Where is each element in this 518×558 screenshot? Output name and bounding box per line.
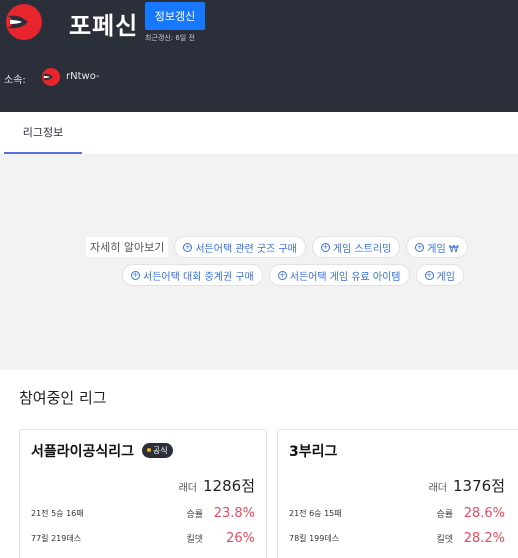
league-name: 3부리그 <box>289 441 337 461</box>
related-link-chip[interactable]: + 서든어택 게임 유료 아이템 <box>268 264 410 286</box>
participating-leagues-section: 참여중인 리그 서플라이공식리그 공식 래더 1286점 21전 5승 16패 … <box>0 370 518 558</box>
team-logo-icon[interactable] <box>41 67 61 87</box>
tab-league-info[interactable]: 리그정보 <box>4 112 82 154</box>
dot-icon <box>146 448 151 452</box>
match-record: 21전 5승 16패 <box>31 509 84 518</box>
record-row: 21전 5승 16패 승률 23.8% <box>31 506 255 521</box>
ladder-value: 1286점 <box>203 477 255 495</box>
ladder-label: 래더 <box>428 483 448 494</box>
chip-label: 게임 <box>436 271 455 283</box>
plus-circle-icon: + <box>183 242 193 252</box>
league-card[interactable]: 3부리그 래더 1376점 21전 6승 15패 승률 28.6% 78킬 19… <box>277 429 518 558</box>
ladder-value: 1376점 <box>453 477 505 495</box>
update-info-button[interactable]: 정보갱신 <box>145 2 205 30</box>
affiliation-label: 소속: <box>4 75 26 86</box>
related-link-chip[interactable]: + 서든어택 관련 굿즈 구매 <box>174 236 306 258</box>
chip-label: 서든어택 관련 굿즈 구매 <box>195 243 297 255</box>
kd-value: 26% <box>226 531 255 546</box>
related-link-chip[interactable]: + 서든어택 대회 중계권 구매 <box>122 264 263 286</box>
section-title: 참여중인 리그 <box>19 389 107 407</box>
kd-label: 킬뎃 <box>186 535 203 545</box>
chip-label: 게임 스트리밍 <box>332 243 392 255</box>
kd-label: 킬뎃 <box>436 535 453 545</box>
affiliation-team-link[interactable]: rNtwo- <box>66 71 100 82</box>
winrate-label: 승률 <box>186 510 203 520</box>
page-title: 포페신 <box>69 12 139 40</box>
kill-death-record: 77킬 219데스 <box>31 534 82 543</box>
match-record: 21전 6승 15패 <box>289 509 342 518</box>
plus-circle-icon: + <box>320 242 330 252</box>
related-link-chip[interactable]: + 게임 ₩ <box>406 236 468 258</box>
winrate-value: 23.8% <box>213 506 255 521</box>
plus-circle-icon: + <box>277 270 287 280</box>
plus-circle-icon: + <box>424 270 434 280</box>
plus-circle-icon: + <box>131 270 140 280</box>
winrate-value: 28.6% <box>463 506 505 521</box>
kill-death-record: 78킬 199데스 <box>289 534 340 543</box>
ladder-score: 래더 1376점 <box>429 475 505 496</box>
league-name-text: 서플라이공식리그 <box>31 444 135 460</box>
league-name: 서플라이공식리그 공식 <box>31 441 173 461</box>
kd-value: 28.2% <box>463 531 505 546</box>
official-badge: 공식 <box>141 442 173 458</box>
ladder-label: 래더 <box>178 483 198 494</box>
learn-more-link[interactable]: 자세히 알아보기 <box>86 237 169 257</box>
plus-circle-icon: + <box>415 242 425 252</box>
related-link-chip[interactable]: + 게임 <box>415 264 464 286</box>
winrate-label: 승률 <box>436 510 453 520</box>
related-link-chip[interactable]: + 게임 스트리밍 <box>311 236 401 258</box>
league-name-text: 3부리그 <box>289 444 338 460</box>
record-row: 21전 6승 15패 승률 28.6% <box>289 506 505 521</box>
chip-label: 서든어택 게임 유료 아이템 <box>289 271 401 283</box>
chip-label: 게임 ₩ <box>427 243 459 255</box>
chip-label: 서든어택 대회 중계권 구매 <box>143 271 254 283</box>
related-links-row: 자세히 알아보기 + 서든어택 관련 굿즈 구매 + 게임 스트리밍 + 게임 … <box>86 236 468 258</box>
team-logo-icon <box>6 4 42 40</box>
league-card[interactable]: 서플라이공식리그 공식 래더 1286점 21전 5승 16패 승률 23.8%… <box>19 429 267 558</box>
badge-label: 공식 <box>152 445 168 455</box>
profile-header: 포페신 정보갱신 최근갱신: 6일 전 소속: rNtwo- <box>0 0 518 112</box>
tab-bar: 리그정보 <box>0 112 518 154</box>
ladder-score: 래더 1286점 <box>179 475 255 496</box>
related-links-row: + 서든어택 대회 중계권 구매 + 서든어택 게임 유료 아이템 + 게임 <box>122 264 464 286</box>
kd-row: 77킬 219데스 킬뎃 26% <box>31 531 255 546</box>
last-updated-text: 최근갱신: 6일 전 <box>145 34 195 42</box>
kd-row: 78킬 199데스 킬뎃 28.2% <box>289 531 505 546</box>
